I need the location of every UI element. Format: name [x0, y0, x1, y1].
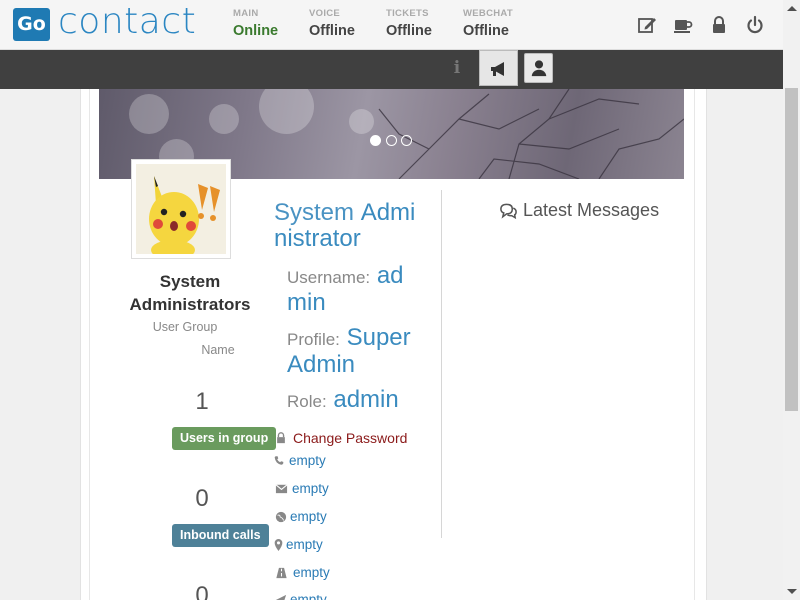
panel-border-right — [694, 89, 695, 600]
avatar[interactable] — [136, 164, 226, 254]
contact-message-text: empty — [290, 592, 327, 600]
lock-icon[interactable] — [709, 15, 729, 35]
contact-email-text: empty — [292, 481, 329, 496]
group-name: System Administrators — [129, 272, 251, 314]
username-field: Username: admin — [287, 263, 415, 315]
phone-icon — [274, 456, 284, 465]
status-main-label: MAIN — [233, 8, 259, 19]
user-menu-button[interactable] — [524, 53, 553, 83]
column-divider — [441, 190, 442, 538]
latest-messages-title: Latest Messages — [523, 200, 660, 220]
third-stat-count: 0 — [195, 582, 209, 600]
lock-icon — [277, 432, 285, 444]
status-voice[interactable]: VOICE Offline — [309, 8, 355, 39]
contact-location-text: empty — [286, 537, 323, 552]
full-name: System Administrator — [274, 200, 419, 252]
status-main-value: Online — [233, 23, 279, 39]
group-subtitle-1: User Group — [152, 320, 218, 334]
edit-icon[interactable] — [637, 15, 657, 35]
status-tickets-label: TICKETS — [386, 8, 429, 19]
map-marker-icon — [274, 538, 283, 551]
logo-text[interactable]: contact — [58, 1, 196, 42]
announcement-button[interactable] — [479, 50, 518, 86]
status-webchat-value: Offline — [463, 23, 509, 39]
username-label: Username: — [287, 268, 371, 287]
contact-phone-text: empty — [289, 453, 326, 468]
group-subtitle-2: Name — [201, 343, 235, 357]
carousel-dot-3[interactable] — [401, 135, 412, 146]
scroll-up-icon[interactable] — [787, 6, 797, 11]
envelope-icon — [275, 484, 287, 494]
status-webchat[interactable]: WEBCHAT Offline — [463, 8, 513, 39]
panel-border-left — [89, 89, 90, 600]
contact-row-location[interactable]: empty — [274, 537, 323, 552]
contact-row-email[interactable]: empty — [274, 481, 329, 496]
role-label: Role: — [287, 392, 327, 411]
logo-badge[interactable]: Go — [13, 8, 50, 41]
status-tickets-value: Offline — [386, 23, 432, 39]
contact-address-text: empty — [293, 565, 330, 580]
megaphone-icon — [491, 62, 504, 76]
comments-icon — [500, 203, 517, 219]
contact-row-address[interactable]: empty — [274, 565, 330, 580]
status-voice-label: VOICE — [309, 8, 341, 19]
users-in-group-count: 1 — [195, 388, 209, 415]
user-icon — [531, 60, 547, 77]
full-name-first: System — [274, 199, 361, 226]
power-icon[interactable] — [745, 15, 765, 35]
status-main[interactable]: MAIN Online — [233, 8, 278, 39]
carousel-dot-1[interactable] — [370, 135, 381, 146]
info-icon[interactable]: i — [449, 58, 465, 78]
role-field: Role: admin — [287, 387, 415, 414]
change-password-link[interactable]: Change Password — [274, 430, 407, 446]
globe-icon — [275, 511, 287, 522]
role-value: admin — [333, 386, 399, 413]
scroll-down-icon[interactable] — [787, 589, 797, 594]
latest-messages-heading: Latest Messages — [499, 200, 659, 221]
inbound-calls-badge[interactable]: Inbound calls — [172, 524, 269, 547]
status-webchat-label: WEBCHAT — [463, 8, 513, 19]
contact-row-message[interactable]: empty — [274, 592, 327, 600]
carousel-dot-2[interactable] — [386, 135, 397, 146]
profile-field: Profile: Super Admin — [287, 325, 415, 377]
scrollbar-thumb[interactable] — [785, 88, 798, 411]
avatar-image — [136, 164, 226, 254]
contact-website-text: empty — [290, 509, 327, 524]
contact-row-website[interactable]: empty — [274, 509, 327, 524]
toolbar: i — [0, 50, 783, 89]
status-tickets[interactable]: TICKETS Offline — [386, 8, 432, 39]
top-header: Go contact MAIN Online VOICE Offline TIC… — [0, 0, 783, 50]
profile-label: Profile: — [287, 330, 340, 349]
contact-row-phone[interactable]: empty — [274, 453, 326, 468]
road-icon — [275, 567, 287, 578]
change-password-label: Change Password — [293, 430, 408, 446]
paper-plane-icon — [275, 594, 287, 600]
coffee-icon[interactable] — [673, 15, 693, 35]
status-voice-value: Offline — [309, 23, 355, 39]
users-in-group-badge[interactable]: Users in group — [172, 427, 277, 450]
inbound-calls-count: 0 — [195, 485, 209, 512]
